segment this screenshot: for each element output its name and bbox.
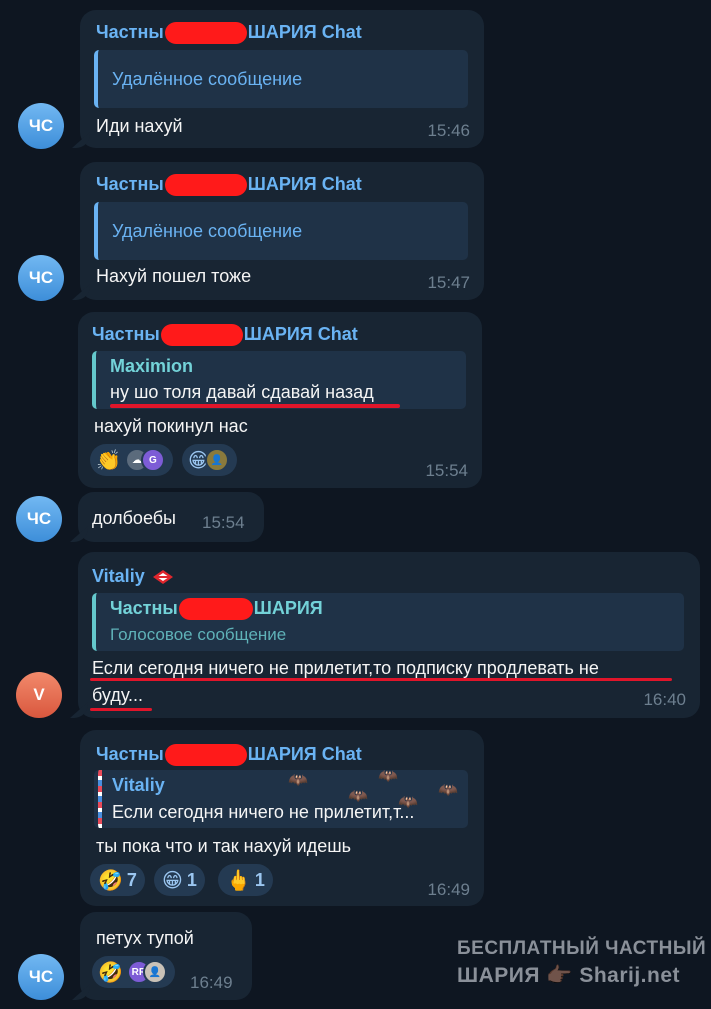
message-text: Нахуй пошел тоже [96,266,252,286]
red-underline [110,404,400,408]
rofl-emoji-icon: 🤣 [98,961,123,984]
avatar[interactable]: ЧС [18,103,64,149]
quote-text: ну шо толя давай сдавай назад [110,382,374,402]
message-time: 16:49 [190,973,233,992]
middle-finger-emoji-icon: 🖕 [226,869,251,892]
clap-emoji-icon: 👏 [96,449,121,472]
quote-author: Vitaliy [112,775,165,795]
reply-quote[interactable]: Частны ШАРИЯ Голосовое сообщение [92,593,684,651]
reaction-rofl[interactable]: 🤣 RR 👤 [92,956,175,988]
grin-emoji-icon: 😁 [162,869,183,892]
reaction-count: 1 [186,869,197,890]
watermark-line-1: БЕСПЛАТНЫЙ ЧАСТНЫЙ [457,938,707,959]
watermark-line-2: ШАРИЯ 👉🏿 Sharij.net [457,964,681,987]
message-time: 15:47 [427,273,470,292]
sender-name[interactable]: Частны ШАРИЯ Chat [96,174,362,197]
bubble-tail [70,702,88,718]
redaction-mark [160,324,243,347]
redaction-mark [164,22,247,45]
message-time: 16:40 [643,690,686,709]
quote-text: Голосовое сообщение [110,625,287,644]
reply-quote[interactable]: Удалённое сообщение [94,50,468,108]
bubble-tail [72,284,90,300]
message-bubble[interactable]: Частны ШАРИЯ Chat Удалённое сообщение Нах… [72,162,484,300]
message-text: петух тупой [96,928,194,948]
sender-name[interactable]: Частны ШАРИЯ Chat [96,744,362,767]
redaction-mark [164,174,247,197]
reaction-rofl[interactable]: 🤣 7 [90,864,145,896]
quote-author: Частны ШАРИЯ [110,598,323,621]
bubble-tail [72,984,90,1000]
bat-pattern-icon: 🦇 [378,770,398,785]
rofl-emoji-icon: 🤣 [98,869,123,892]
quote-stripe [98,770,102,828]
message-bubble[interactable]: Частны ШАРИЯ Chat Удалённое сообщение Иди… [72,10,484,148]
sender-name[interactable]: Частны ШАРИЯ Chat [96,22,362,45]
reaction-grin[interactable]: 😁 1 [154,864,205,896]
message-text: долбоебы [92,508,176,528]
bat-pattern-icon: 🦇 [438,782,458,799]
quote-text: Удалённое сообщение [112,69,303,89]
spartak-logo-icon [152,569,174,585]
reaction-grin[interactable]: 😁 👤 [182,444,237,476]
reactor-avatar[interactable]: 👤 [204,448,229,472]
reaction-count: 1 [254,869,265,890]
bat-pattern-icon: 🦇 [288,772,308,789]
message-bubble[interactable]: Частны ШАРИЯ Chat Maximion ну шо толя дав… [78,312,482,488]
message-bubble[interactable]: Частны ШАРИЯ Chat 🦇 🦇 🦇 🦇 🦇 Vitaliy Если … [80,730,484,906]
reaction-count: 7 [126,869,137,890]
bubble-tail [70,526,88,542]
reactor-avatar[interactable]: G [140,448,165,472]
avatar[interactable]: ЧС [16,496,62,542]
reply-quote[interactable]: Удалённое сообщение [94,202,468,260]
message-text: Если сегодня ничего не прилетит,то подпи… [92,658,599,678]
message-text: нахуй покинул нас [94,416,248,436]
avatar[interactable]: ЧС [18,255,64,301]
message-bubble[interactable]: Vitaliy Частны ШАРИЯ Голосовое сообщение … [70,552,700,718]
message-text: Иди нахуй [96,116,183,136]
bubble-tail [72,132,90,148]
message-time: 16:49 [427,880,470,899]
quote-text: Удалённое сообщение [112,221,303,241]
reply-quote[interactable]: 🦇 🦇 🦇 🦇 🦇 Vitaliy Если сегодня ничего не… [94,770,468,828]
message-bubble[interactable]: петух тупой 🤣 RR 👤 16:49 [72,912,252,1000]
pointing-hand-icon: 👉🏿 [546,964,573,987]
message-text-cont: буду... [92,685,144,705]
redaction-mark [178,598,253,621]
redaction-mark [164,744,247,767]
reactor-avatar[interactable]: 👤 [142,960,167,984]
quote-author: Maximion [110,356,194,376]
message-time: 15:54 [202,513,245,532]
red-underline [90,708,152,711]
message-time: 15:54 [425,461,468,480]
message-time: 15:46 [427,121,470,140]
sender-name[interactable]: Частны ШАРИЯ Chat [92,324,358,347]
message-bubble[interactable]: долбоебы 15:54 [70,492,264,542]
avatar[interactable]: V [16,672,62,718]
avatar[interactable]: ЧС [18,954,64,1000]
reaction-clap[interactable]: 👏 ☁ G [90,444,173,476]
red-underline [90,678,672,681]
reaction-middle-finger[interactable]: 🖕 1 [218,864,273,896]
message-text: ты пока что и так нахуй идешь [96,836,352,856]
reply-quote[interactable]: Maximion ну шо толя давай сдавай назад [92,351,466,409]
quote-text: Если сегодня ничего не прилетит,т... [112,802,415,822]
sender-name[interactable]: Vitaliy [92,566,174,587]
